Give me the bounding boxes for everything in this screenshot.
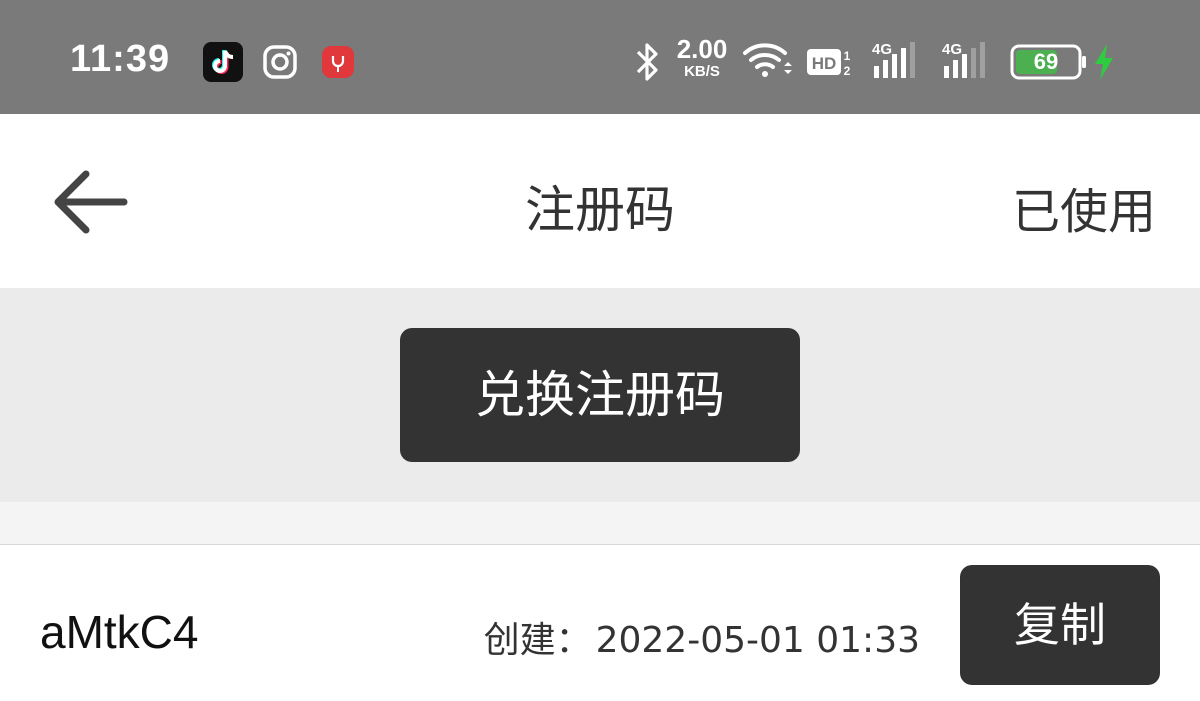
status-time: 11:39 [70,38,171,80]
used-codes-link[interactable]: 已使用 [1012,172,1156,242]
list-item: aMtkC4 创建： 2022-05-01 01:33 复制 [0,545,1200,701]
svg-text:4G: 4G [942,41,962,58]
section-divider [0,502,1200,545]
redeem-section: 兑换注册码 [0,288,1200,502]
network-speed-unit: KB/S [684,63,720,80]
nav-bar: 注册码 已使用 [0,114,1200,288]
svg-text:2: 2 [844,64,851,78]
status-bar: 11:39 2.00 KB/S HD 1 2 4G 4G 69 [0,0,1200,114]
signal-4g-icon: 4G [940,40,994,80]
instagram-icon [262,44,298,80]
registration-code: aMtkC4 [40,606,199,658]
svg-text:4G: 4G [872,41,892,58]
redeem-code-button[interactable]: 兑换注册码 [400,328,800,462]
copy-button[interactable]: 复制 [960,565,1160,685]
battery-level: 69 [1033,49,1059,74]
tiktok-icon [203,42,243,82]
svg-text:HD: HD [812,54,837,73]
created-label: 创建： [483,620,592,661]
app-icon [322,46,354,78]
network-speed: 2.00 KB/S [672,36,732,79]
wifi-icon [742,40,792,80]
signal-4g-icon: 4G [870,40,924,80]
bluetooth-icon [634,40,662,84]
svg-text:1: 1 [844,49,851,63]
created-value: 2022-05-01 01:33 [595,620,920,661]
charging-icon [1092,42,1116,82]
network-speed-value: 2.00 [676,34,728,64]
hd-icon: HD 1 2 [806,46,852,78]
created-time: 创建： 2022-05-01 01:33 [484,611,920,663]
